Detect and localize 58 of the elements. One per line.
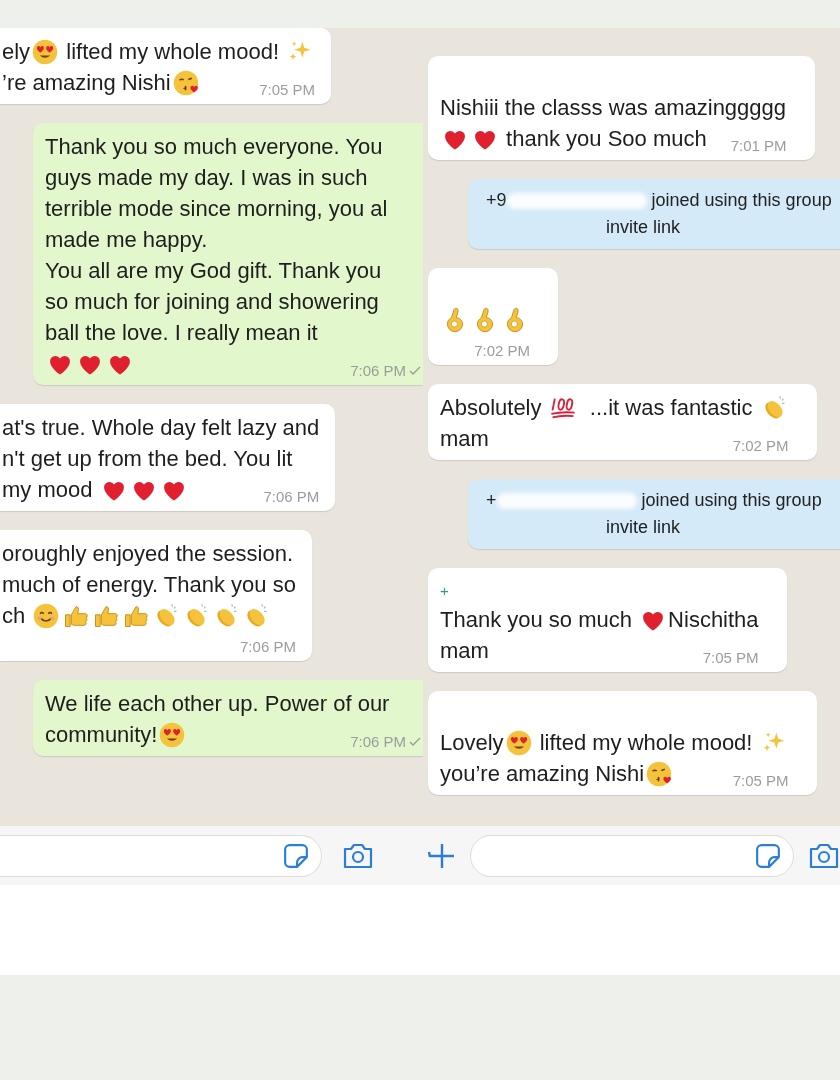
message-text: mam xyxy=(440,637,489,664)
message-text: We life each other up. Power of our xyxy=(45,690,390,717)
message-text: Absolutely xyxy=(440,394,543,421)
message-text: you’re amazing Nishi xyxy=(440,760,645,787)
message-field[interactable] xyxy=(0,834,322,877)
message-text: made me happy. xyxy=(45,226,208,253)
kissing-face-icon xyxy=(171,68,200,97)
message-text: guys made my day. I was in such xyxy=(45,164,368,191)
message-text: You all are my God gift. Thank you xyxy=(45,257,382,284)
message-text: ...it was fantastic xyxy=(588,394,754,421)
message-text: at's true. Whole day felt lazy and xyxy=(2,414,320,441)
message-text: lifted my whole mood! xyxy=(538,729,754,756)
sticker-icon[interactable] xyxy=(755,842,781,869)
message-time: 7:06 PM xyxy=(263,488,320,505)
sender-name: + xyxy=(440,581,449,599)
message-text: so much for joining and showering xyxy=(45,288,379,315)
message-field[interactable] xyxy=(470,834,794,877)
message-text: ely xyxy=(2,38,31,65)
message-time: 7:01 PM xyxy=(730,137,787,154)
message-text: + xyxy=(486,490,497,511)
message-text: Thank you so much xyxy=(440,606,633,633)
message-time: 7:06 PM xyxy=(240,638,296,655)
message-text: +9 xyxy=(486,190,507,211)
message-text: invite link xyxy=(606,517,680,538)
check-icon xyxy=(409,365,421,376)
message-text: mam xyxy=(440,425,489,452)
message-text: oroughly enjoyed the session. xyxy=(2,540,294,567)
message-text: joined using this group xyxy=(640,490,822,511)
message-time: 7:05 PM xyxy=(732,772,789,789)
message-time: 7:05 PM xyxy=(259,81,316,98)
kissing-face-icon xyxy=(645,759,674,788)
message-time: 7:02 PM xyxy=(474,342,530,359)
message-text: Nishiii the classs was amazinggggg xyxy=(440,94,787,121)
smiling-face-icon xyxy=(32,601,61,630)
message-text: terrible mode since morning, you al xyxy=(45,195,388,222)
heart-eyes-face-icon xyxy=(31,37,60,66)
message-text: ’re amazing Nishi xyxy=(2,69,171,96)
heart-eyes-face-icon xyxy=(158,720,187,749)
message-text: n't get up from the bed. You lit xyxy=(2,445,293,472)
message-text: joined using this group xyxy=(650,190,832,211)
message-time: 7:05 PM xyxy=(702,649,759,666)
message-text: thank you Soo much xyxy=(505,125,707,152)
message-text: Lovely xyxy=(440,729,504,756)
sticker-icon[interactable] xyxy=(283,842,309,869)
message-time: 7:06 PM xyxy=(350,362,406,379)
message-time: 7:06 PM xyxy=(350,733,406,750)
message-text: Thank you so much everyone. You xyxy=(45,133,383,160)
message-text: my mood xyxy=(2,476,94,503)
heart-eyes-face-icon xyxy=(504,728,533,757)
check-icon xyxy=(409,736,421,747)
message-text: Nischitha xyxy=(668,606,759,633)
message-text: much of energy. Thank you so xyxy=(2,571,296,598)
message-text: invite link xyxy=(606,217,680,238)
message-text: ch xyxy=(2,602,27,629)
message-text: ball the love. I really mean it xyxy=(45,319,318,346)
message-text: lifted my whole mood! xyxy=(65,38,280,65)
message-text: community! xyxy=(45,721,158,748)
message-time: 7:02 PM xyxy=(732,437,789,454)
